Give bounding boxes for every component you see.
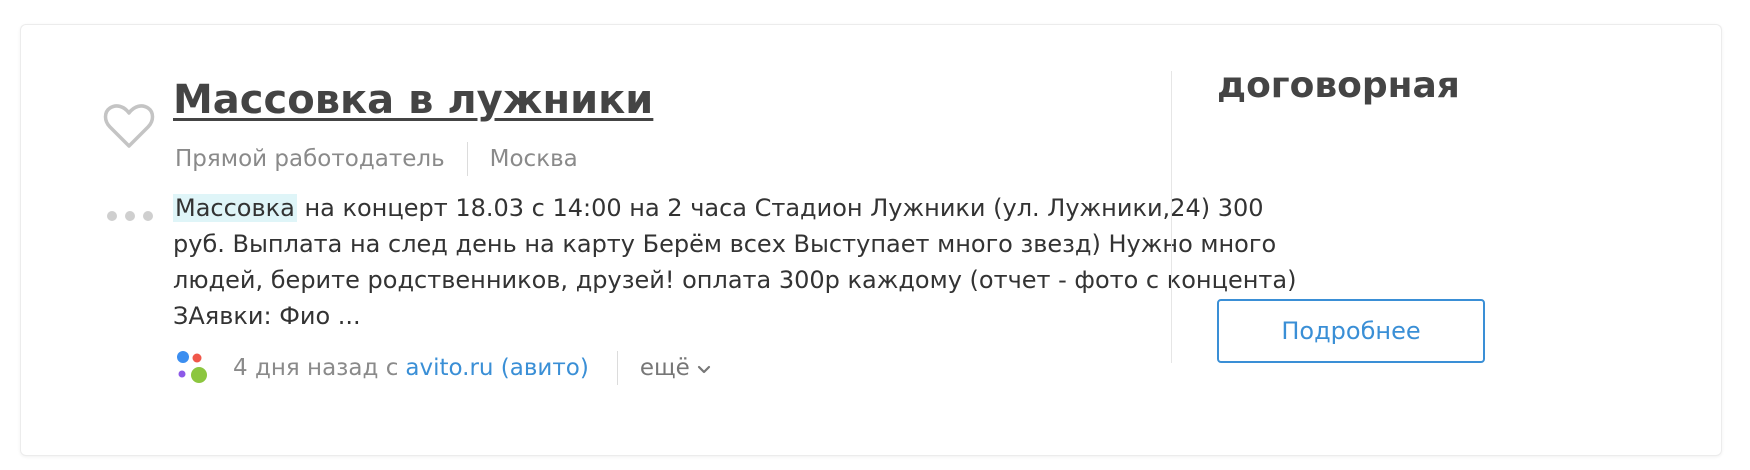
vacancy-description: Массовка на концерт 18.03 с 14:00 на 2 ч… [173, 190, 1303, 334]
more-dots-icon[interactable] [106, 210, 154, 222]
employer-type: Прямой работодатель [175, 146, 445, 172]
avito-logo-icon [177, 351, 207, 383]
description-text: на концерт 18.03 с 14:00 на 2 часа Стади… [173, 194, 1297, 330]
vertical-divider [1171, 71, 1172, 363]
more-label: ещё [639, 355, 690, 381]
details-button[interactable]: Подробнее [1217, 299, 1485, 363]
posted-time: 4 дня назад с [233, 355, 399, 381]
heart-icon[interactable] [103, 104, 155, 150]
vacancy-footer: 4 дня назад с avito.ru (авито) ещё [175, 348, 712, 388]
footer-divider [616, 351, 618, 385]
more-dropdown[interactable]: ещё [640, 355, 712, 381]
source-link[interactable]: avito.ru (авито) [405, 355, 588, 381]
city-label: Москва [489, 146, 578, 172]
vacancy-main: Массовка в лужники Прямой работодатель М… [173, 25, 1313, 455]
vacancy-card: Массовка в лужники Прямой работодатель М… [20, 24, 1722, 456]
meta-divider [466, 142, 468, 176]
description-highlight: Массовка [173, 194, 297, 222]
vacancy-meta: Прямой работодатель Москва [175, 139, 578, 179]
chevron-down-icon [697, 365, 710, 374]
vacancy-title-link[interactable]: Массовка в лужники [173, 77, 653, 123]
salary-label: договорная [1217, 65, 1460, 106]
